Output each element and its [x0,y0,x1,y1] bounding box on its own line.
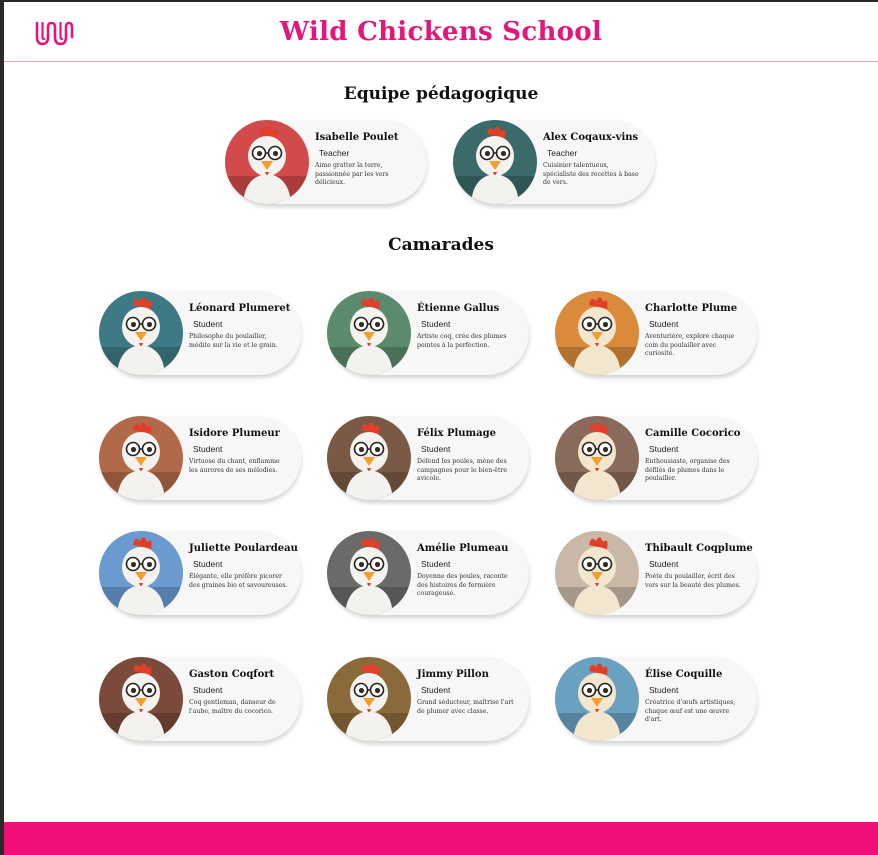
student-card[interactable]: Camille Cocorico Student Enthousiaste, o… [555,416,757,500]
member-description: Enthousiaste, organise des défilés de pl… [645,458,730,483]
member-name: Thibault Coqplume [645,543,753,554]
member-name: Isabelle Poulet [315,132,399,143]
student-card[interactable]: Léonard Plumeret Student Philosophe du p… [99,291,301,375]
site-footer [4,822,878,855]
avatar [225,120,309,204]
member-name: Charlotte Plume [645,303,738,314]
teachers-heading: Equipe pédagogique [343,84,539,104]
avatar [99,657,183,741]
member-name: Élise Coquille [645,669,723,680]
student-card[interactable]: Thibault Coqplume Student Poète du poula… [555,531,757,615]
member-role: Student [649,685,679,695]
chicken-portrait [555,531,639,615]
member-role: Student [193,685,223,695]
member-role: Teacher [547,148,578,158]
member-description: Élégante, elle préfère picorer des grain… [189,573,288,589]
student-card[interactable]: Félix Plumage Student Défend les poules,… [327,416,529,500]
member-name: Félix Plumage [417,428,496,439]
chicken-portrait [99,291,183,375]
member-name: Étienne Gallus [417,303,500,314]
site-header: Wild Chickens School [4,2,878,62]
chicken-portrait [327,416,411,500]
chicken-portrait [327,531,411,615]
chicken-portrait [99,416,183,500]
member-name: Jimmy Pillon [417,669,489,680]
member-role: Student [649,559,679,569]
member-name: Alex Coqaux-vins [543,132,639,143]
member-description: Poète du poulailler, écrit des vers sur … [645,573,741,589]
teacher-card[interactable]: Alex Coqaux-vins Teacher Cuisinier talen… [453,120,655,204]
member-name: Amélie Plumeau [417,543,509,554]
member-description: Philosophe du poulailler, médite sur la … [189,333,278,349]
chicken-portrait [225,120,309,204]
student-card[interactable]: Gaston Coqfort Student Coq gentleman, da… [99,657,301,741]
avatar [555,531,639,615]
member-description: Artiste coq, crée des plumes peintes à l… [417,333,507,349]
member-role: Student [649,444,679,454]
member-role: Teacher [319,148,350,158]
member-role: Student [193,319,223,329]
chicken-portrait [555,416,639,500]
member-description: Coq gentleman, danseur de l'aube, maître… [189,699,276,715]
avatar [453,120,537,204]
member-description: Défend les poules, mène des campagnes po… [417,458,508,483]
member-role: Student [421,685,451,695]
member-name: Isidore Plumeur [189,428,280,439]
student-card[interactable]: Charlotte Plume Student Aventurière, exp… [555,291,757,375]
member-description: Cuisinier talentueux, spécialiste des re… [543,162,639,187]
avatar [327,531,411,615]
student-card[interactable]: Isidore Plumeur Student Virtuose du chan… [99,416,301,500]
member-role: Student [649,319,679,329]
member-role: Student [193,444,223,454]
teacher-card[interactable]: Isabelle Poulet Teacher Aime gratter la … [225,120,427,204]
student-card[interactable]: Étienne Gallus Student Artiste coq, crée… [327,291,529,375]
avatar [555,291,639,375]
member-role: Student [421,559,451,569]
student-card[interactable]: Élise Coquille Student Créatrice d'œufs … [555,657,757,741]
member-description: Créatrice d'œufs artistiques, chaque œuf… [645,699,736,724]
avatar [99,531,183,615]
avatar [555,657,639,741]
chicken-portrait [99,657,183,741]
member-role: Student [421,444,451,454]
chicken-portrait [555,657,639,741]
avatar [327,416,411,500]
member-description: Grand séducteur, maîtrise l'art de plume… [417,699,514,715]
student-card[interactable]: Jimmy Pillon Student Grand séducteur, ma… [327,657,529,741]
chicken-portrait [99,531,183,615]
students-heading: Camarades [388,235,494,255]
member-description: Doyenne des poules, raconte des histoire… [417,573,508,598]
member-role: Student [193,559,223,569]
avatar [555,416,639,500]
member-role: Student [421,319,451,329]
member-name: Juliette Poulardeau [189,543,298,554]
site-title: Wild Chickens School [279,17,603,47]
chicken-portrait [555,291,639,375]
member-description: Aventurière, explore chaque coin du poul… [645,333,735,358]
student-card[interactable]: Amélie Plumeau Student Doyenne des poule… [327,531,529,615]
member-name: Camille Cocorico [645,428,741,439]
member-name: Léonard Plumeret [189,303,291,314]
avatar [99,416,183,500]
chicken-portrait [327,657,411,741]
chicken-portrait [327,291,411,375]
chicken-portrait [453,120,537,204]
member-description: Virtuose du chant, enflamme les aurores … [189,458,280,474]
page: Wild Chickens School Equipe pédagogique … [4,2,878,855]
student-card[interactable]: Juliette Poulardeau Student Élégante, el… [99,531,301,615]
avatar [327,657,411,741]
member-description: Aime gratter la terre, passionnée par le… [315,162,389,187]
avatar [327,291,411,375]
member-name: Gaston Coqfort [189,669,275,680]
avatar [99,291,183,375]
